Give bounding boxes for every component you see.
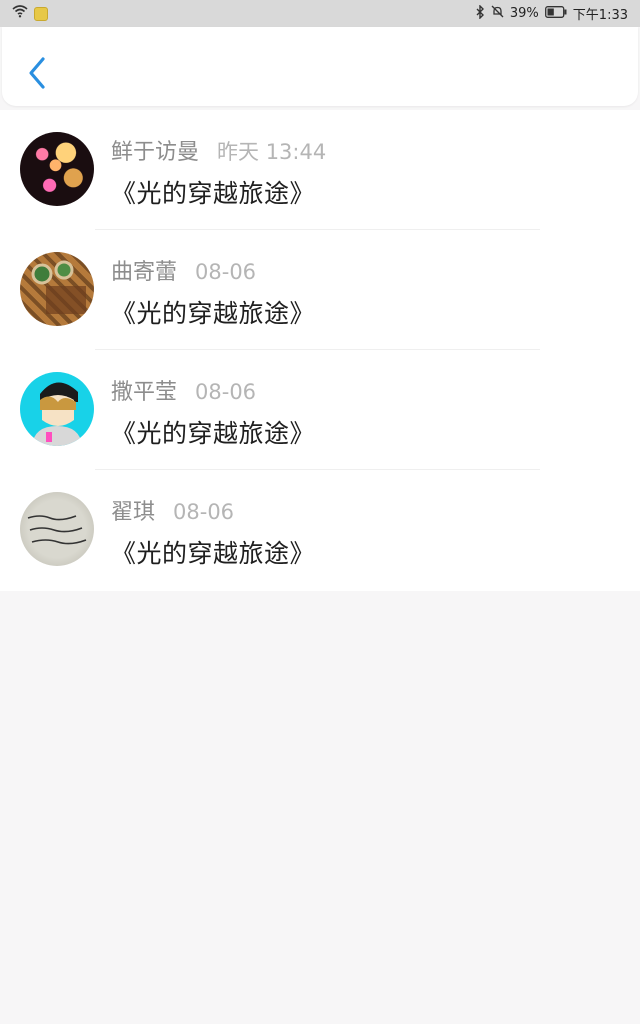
avatar[interactable] [20,252,94,326]
clock: 下午1:33 [572,8,628,23]
status-right: 39% 下午1:33 [475,3,628,23]
top-bar [2,27,638,106]
list-item[interactable]: 曲寄蕾 08-06 《光的穿越旅途》 [0,230,640,350]
mute-bell-icon [491,5,504,22]
avatar[interactable] [20,132,94,206]
battery-icon [544,5,567,22]
sender-name: 曲寄蕾 [111,260,178,285]
avatar[interactable] [20,492,94,566]
list-item[interactable]: 翟琪 08-06 《光的穿越旅途》 [0,470,640,590]
bluetooth-icon [475,3,485,23]
status-bar: 39% 下午1:33 [0,0,640,27]
message-time: 08-06 [173,500,235,524]
sender-name: 翟琪 [111,500,156,525]
back-button[interactable] [20,55,54,91]
message-title: 《光的穿越旅途》 [111,299,316,328]
message-title: 《光的穿越旅途》 [111,419,316,448]
message-list: 鲜于访曼 昨天 13:44 《光的穿越旅途》 曲寄蕾 08-06 《光的穿越旅途… [0,110,640,591]
list-item[interactable]: 鲜于访曼 昨天 13:44 《光的穿越旅途》 [0,110,640,230]
item-meta: 撒平莹 08-06 [111,374,256,406]
status-left [12,5,48,22]
chevron-left-icon [29,57,45,89]
message-time: 08-06 [195,260,257,284]
list-item[interactable]: 撒平莹 08-06 《光的穿越旅途》 [0,350,640,470]
message-time: 08-06 [195,380,257,404]
item-meta: 翟琪 08-06 [111,494,234,526]
sender-name: 撒平莹 [111,380,178,405]
message-title: 《光的穿越旅途》 [111,539,316,568]
avatar[interactable] [20,372,94,446]
app-notification-icon [34,6,48,21]
item-meta: 鲜于访曼 昨天 13:44 [111,134,326,166]
battery-percent: 39% [509,6,539,21]
message-title: 《光的穿越旅途》 [111,179,316,208]
wifi-icon [12,5,28,22]
message-time: 昨天 13:44 [217,140,327,164]
item-meta: 曲寄蕾 08-06 [111,254,256,286]
sender-name: 鲜于访曼 [111,140,200,165]
